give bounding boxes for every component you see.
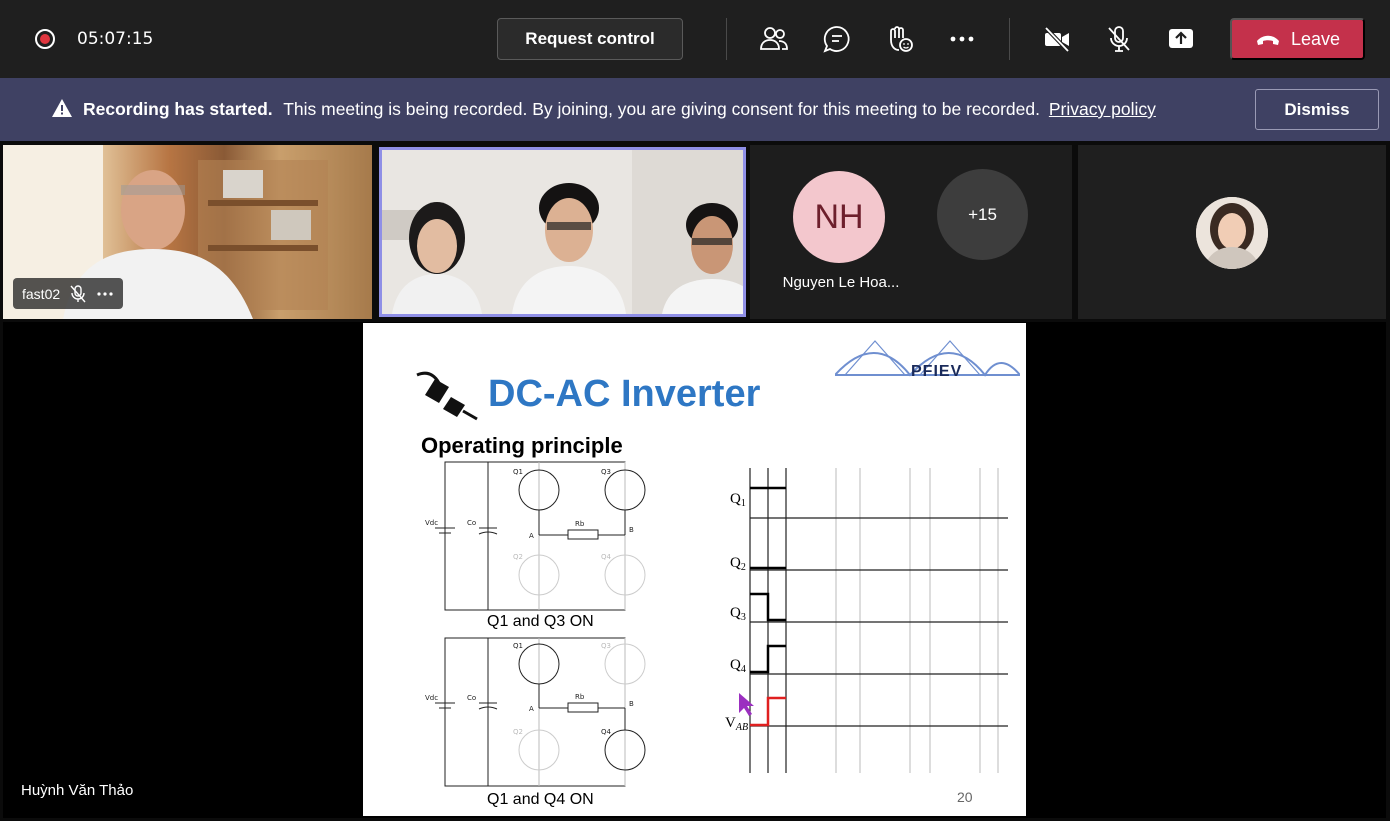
waveform-label-q3: Q3 [730, 605, 746, 623]
more-options-icon[interactable] [96, 291, 114, 297]
label-q3: Q3 [601, 642, 611, 650]
label-rb: Rb [575, 520, 585, 528]
microphone-muted-icon [70, 284, 86, 302]
circuit-caption: Q1 and Q3 ON [487, 613, 594, 630]
label-b: B [629, 700, 634, 708]
label-vdc: Vdc [425, 519, 438, 527]
plug-icon [416, 371, 478, 421]
recording-icon [35, 29, 55, 49]
slide-subtitle: Operating principle [421, 433, 623, 458]
avatar [1196, 197, 1268, 269]
leave-button[interactable]: Leave [1230, 18, 1365, 60]
more-options-icon[interactable] [947, 24, 977, 54]
toolbar-divider [1009, 18, 1010, 60]
label-q2: Q2 [513, 553, 523, 561]
more-participants-button[interactable]: +15 [937, 169, 1028, 260]
waveform-label-q2: Q2 [730, 555, 746, 573]
reactions-icon[interactable] [885, 24, 915, 54]
participant-tile-photo[interactable] [1078, 145, 1386, 319]
video-frame [382, 150, 743, 314]
phone-hangup-icon [1256, 35, 1279, 45]
camera-off-icon[interactable] [1042, 24, 1072, 54]
participants-icon[interactable] [759, 24, 789, 54]
waveform-label-q1: Q1 [730, 491, 746, 509]
label-co: Co [467, 519, 476, 527]
presenter-name: Huỳnh Văn Thảo [21, 782, 134, 799]
label-q1: Q1 [513, 642, 523, 650]
meeting-timer: 05:07:15 [77, 29, 154, 49]
label-a: A [529, 532, 534, 540]
label-co: Co [467, 694, 476, 702]
label-q4: Q4 [601, 553, 612, 561]
participant-name: Nguyen Le Hoa... [782, 274, 900, 291]
label-b: B [629, 526, 634, 534]
recording-notice: Recording has started. This meeting is b… [83, 99, 1156, 120]
privacy-policy-link[interactable]: Privacy policy [1049, 99, 1156, 119]
logo-text: PFIEV [911, 363, 963, 380]
recording-notice-title: Recording has started. [83, 99, 273, 119]
leave-label: Leave [1290, 28, 1341, 49]
circuit-caption: Q1 and Q4 ON [487, 791, 594, 808]
label-q1: Q1 [513, 468, 523, 476]
label-q2: Q2 [513, 728, 523, 736]
share-screen-icon[interactable] [1166, 24, 1196, 54]
request-control-button[interactable]: Request control [497, 18, 683, 60]
slide-page-number: 20 [957, 789, 973, 805]
slide-title: DC-AC Inverter [488, 373, 761, 415]
participant-name: fast02 [22, 285, 61, 302]
label-q4: Q4 [601, 728, 612, 736]
label-a: A [529, 705, 534, 713]
participant-video-group[interactable] [379, 147, 746, 317]
profile-photo [1196, 197, 1268, 269]
participant-tiles-audio: NH Nguyen Le Hoa... +15 [750, 145, 1072, 319]
recording-notice-message: This meeting is being recorded. By joini… [283, 99, 1040, 119]
toolbar-divider [726, 18, 727, 60]
label-vdc: Vdc [425, 694, 438, 702]
label-q3: Q3 [601, 468, 611, 476]
participant-name-chip: fast02 [13, 278, 124, 309]
presentation-slide: DC-AC Inverter PFIEV Operating principle [363, 323, 1026, 816]
avatar[interactable]: NH [793, 171, 885, 263]
chat-icon[interactable] [822, 24, 852, 54]
dismiss-button[interactable]: Dismiss [1255, 89, 1379, 130]
warning-icon [52, 99, 72, 117]
label-rb: Rb [575, 693, 585, 701]
waveform-label-vab: VAB [725, 715, 748, 733]
participant-video-fast02[interactable]: fast02 [3, 145, 372, 319]
switching-waveforms: Q1 Q2 Q3 Q4 VAB [725, 468, 1008, 773]
waveform-label-q4: Q4 [730, 657, 746, 675]
microphone-off-icon[interactable] [1104, 24, 1134, 54]
